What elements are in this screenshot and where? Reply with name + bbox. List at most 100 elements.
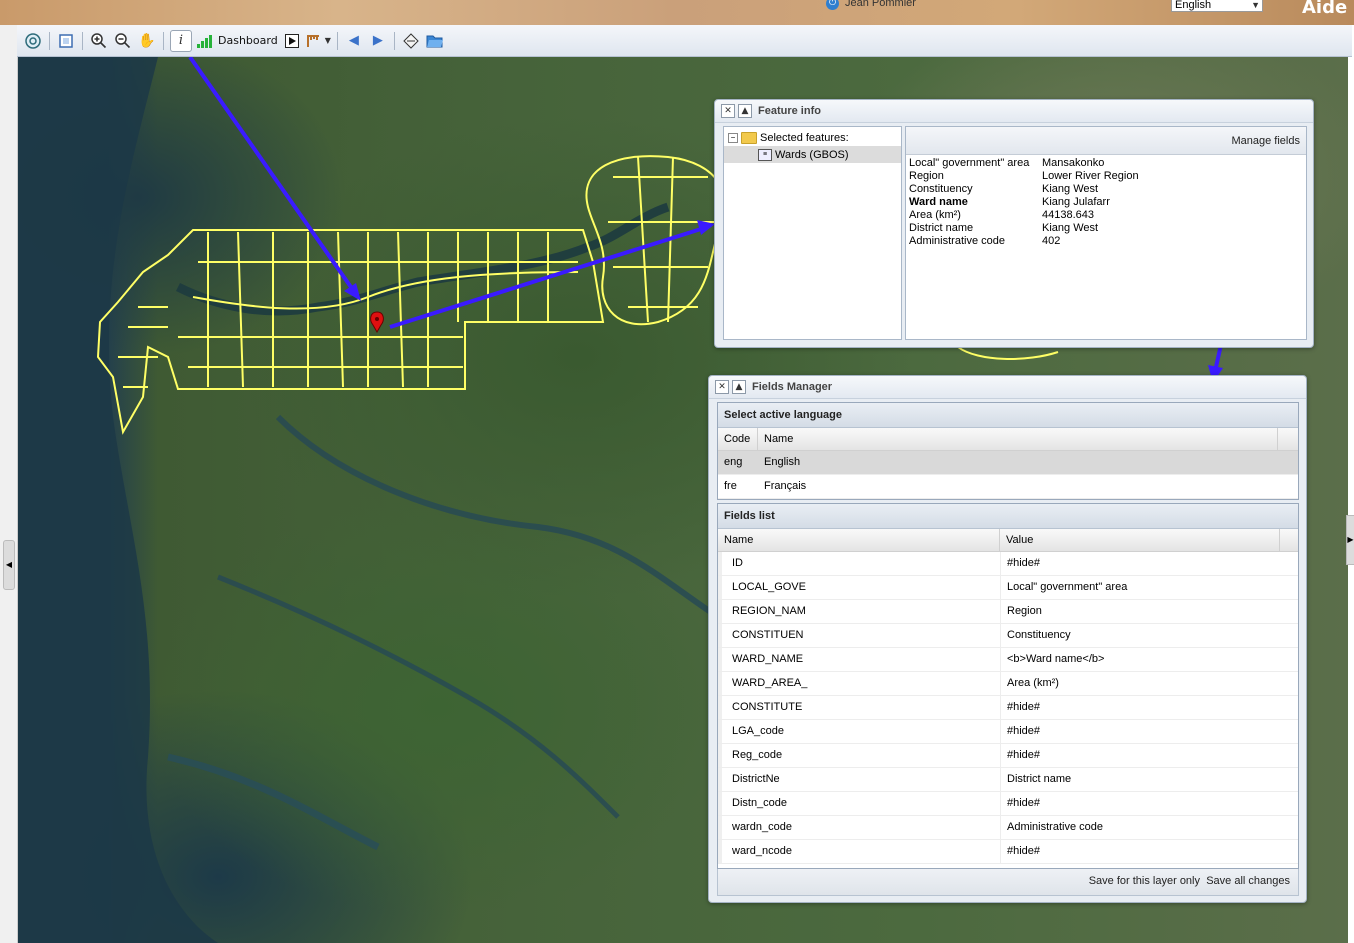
close-icon[interactable]: ✕	[715, 380, 729, 394]
column-header-name[interactable]: Name	[718, 529, 1000, 551]
field-row[interactable]: WARD_NAME <b>Ward name</b>	[718, 648, 1298, 672]
field-value[interactable]: Area (km²)	[1000, 672, 1280, 695]
user-menu[interactable]: ⏻ Jean Pommier	[826, 0, 916, 10]
language-row[interactable]: fre Français	[718, 475, 1298, 499]
dashboard-button[interactable]: Dashboard	[196, 31, 278, 51]
field-value[interactable]: Local" government" area	[1000, 576, 1280, 599]
zoom-in-icon[interactable]	[89, 31, 109, 51]
collapse-icon[interactable]: ▲	[738, 104, 752, 118]
chevron-down-icon[interactable]: ▼	[325, 36, 331, 45]
info-icon[interactable]: i	[170, 29, 192, 52]
language-panel-title: Select active language	[718, 403, 1298, 428]
field-name: CONSTITUTE	[718, 696, 1000, 719]
field-row[interactable]: Reg_code #hide#	[718, 744, 1298, 768]
attribute-value: Kiang West	[1042, 183, 1099, 195]
field-row[interactable]: REGION_NAM Region	[718, 600, 1298, 624]
language-row[interactable]: eng English	[718, 451, 1298, 475]
zoom-to-extent-icon[interactable]	[23, 31, 43, 51]
language-name: Français	[764, 480, 807, 492]
field-value[interactable]: Region	[1000, 600, 1280, 623]
field-value[interactable]: #hide#	[1000, 792, 1280, 815]
field-row[interactable]: wardn_code Administrative code	[718, 816, 1298, 840]
attribute-key: Administrative code	[909, 235, 1005, 247]
attribute-row: Constituency Kiang West	[908, 183, 1140, 196]
language-select[interactable]: English ▼	[1171, 0, 1263, 12]
attribute-row: District name Kiang West	[908, 222, 1140, 235]
zoom-out-icon[interactable]	[113, 31, 133, 51]
layer-icon: ≡	[758, 148, 772, 161]
attribute-value: Mansakonko	[1042, 157, 1105, 169]
tree-root[interactable]: − Selected features:	[724, 129, 901, 146]
field-value[interactable]: <b>Ward name</b>	[1000, 648, 1280, 671]
window-title: Fields Manager	[752, 381, 833, 393]
field-row[interactable]: LOCAL_GOVE Local" government" area	[718, 576, 1298, 600]
history-forward-icon[interactable]: ▶	[368, 31, 388, 51]
attribute-key: District name	[909, 222, 974, 234]
field-row[interactable]: DistrictNe District name	[718, 768, 1298, 792]
feature-attributes-table: Local" government" area Mansakonko Region L…	[908, 157, 1140, 248]
field-row[interactable]: Distn_code #hide#	[718, 792, 1298, 816]
app-banner: ⏻ Jean Pommier English ▼ Aide	[0, 0, 1354, 25]
feature-attributes-toolbar: Manage fields	[906, 127, 1306, 155]
pan-hand-icon[interactable]: ✋	[137, 31, 157, 51]
field-value[interactable]: District name	[1000, 768, 1280, 791]
field-value[interactable]: #hide#	[1000, 552, 1280, 575]
field-value[interactable]: #hide#	[1000, 720, 1280, 743]
field-row[interactable]: CONSTITUTE #hide#	[718, 696, 1298, 720]
language-panel: Select active language Code Name eng Engl…	[717, 402, 1299, 500]
field-row[interactable]: LGA_code #hide#	[718, 720, 1298, 744]
column-header-value[interactable]: Value	[1000, 529, 1280, 551]
measure-tool-icon[interactable]: ▼	[306, 31, 331, 51]
field-row[interactable]: WARD_AREA_ Area (km²)	[718, 672, 1298, 696]
folder-icon	[741, 131, 757, 144]
history-back-icon[interactable]: ◀	[344, 31, 364, 51]
attribute-row: Ward name Kiang Julafarr	[908, 196, 1140, 209]
toolbar-separator	[336, 31, 338, 50]
toolbar-separator	[49, 31, 50, 50]
toolbar-separator	[393, 31, 395, 50]
help-link[interactable]: Aide	[1302, 0, 1347, 18]
open-folder-icon[interactable]	[425, 31, 445, 51]
field-value[interactable]: Constituency	[1000, 624, 1280, 647]
field-value[interactable]: #hide#	[1000, 744, 1280, 767]
fields-list-panel: Fields list Name Value ID #hide# LOCAL_GOV…	[717, 503, 1299, 869]
field-row[interactable]: CONSTITUEN Constituency	[718, 624, 1298, 648]
field-name: ward_ncode	[718, 840, 1000, 863]
field-name: LOCAL_GOVE	[718, 576, 1000, 599]
collapse-tree-icon[interactable]: −	[728, 132, 738, 143]
feature-info-header: ✕ ▲ Feature info	[715, 100, 1313, 123]
column-header-name[interactable]: Name	[758, 428, 1278, 450]
field-row[interactable]: ID #hide#	[718, 552, 1298, 576]
tree-item-wards[interactable]: ≡ Wards (GBOS)	[724, 146, 901, 163]
manage-fields-button[interactable]: Manage fields	[1232, 135, 1301, 147]
field-row[interactable]: ward_ncode #hide#	[718, 840, 1298, 864]
column-header-code[interactable]: Code	[718, 428, 758, 450]
attribute-row: Administrative code 402	[908, 235, 1140, 248]
feature-attributes-panel: Manage fields Local" government" area Man…	[905, 126, 1307, 340]
zoom-box-icon[interactable]	[56, 31, 76, 51]
language-select-value: English	[1175, 0, 1212, 11]
field-name: WARD_AREA_	[718, 672, 1000, 695]
save-layer-only-button[interactable]: Save for this layer only	[1089, 875, 1200, 887]
field-value[interactable]: #hide#	[1000, 696, 1280, 719]
power-icon[interactable]: ⏻	[826, 0, 839, 10]
tree-item-label: Wards (GBOS)	[775, 148, 849, 161]
attribute-row: Local" government" area Mansakonko	[908, 157, 1140, 170]
selected-feature-marker	[370, 311, 384, 334]
west-panel-collapse-handle[interactable]: ◀	[3, 540, 15, 590]
save-all-changes-button[interactable]: Save all changes	[1206, 875, 1290, 887]
field-value[interactable]: #hide#	[1000, 840, 1280, 863]
print-icon[interactable]	[401, 31, 421, 51]
map-toolbar: ✋ i Dashboard ▼ ◀ ▶	[17, 25, 1352, 57]
fields-manager-header: ✕ ▲ Fields Manager	[709, 376, 1306, 399]
close-icon[interactable]: ✕	[721, 104, 735, 118]
play-icon[interactable]	[282, 31, 302, 51]
collapse-icon[interactable]: ▲	[732, 380, 746, 394]
field-name: REGION_NAM	[718, 600, 1000, 623]
attribute-row: Region Lower River Region	[908, 170, 1140, 183]
east-panel-collapse-handle[interactable]: ▶	[1346, 515, 1354, 565]
user-name: Jean Pommier	[845, 0, 916, 9]
field-name: WARD_NAME	[718, 648, 1000, 671]
field-value[interactable]: Administrative code	[1000, 816, 1280, 839]
attribute-key: Ward name	[909, 196, 968, 208]
